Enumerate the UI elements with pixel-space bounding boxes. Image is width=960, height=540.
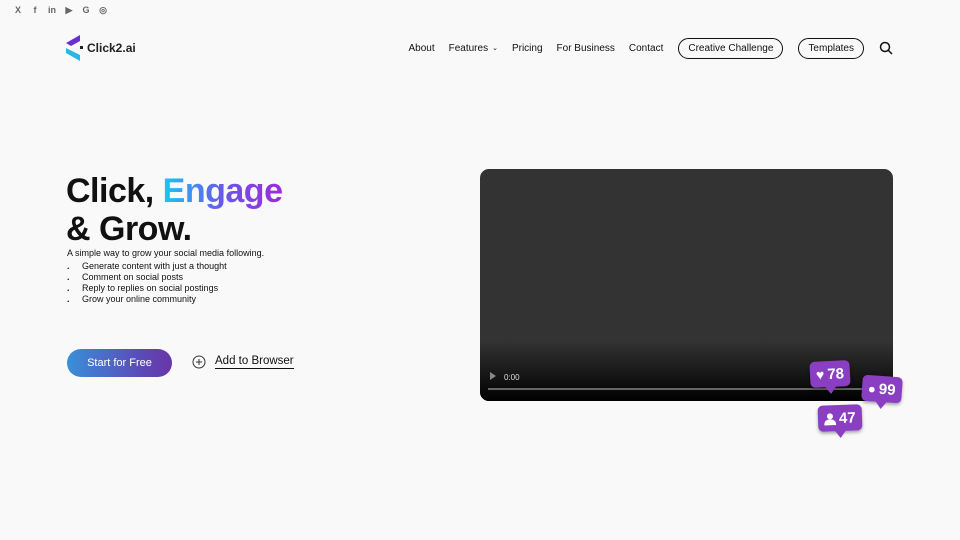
add-to-browser-button[interactable]: Add to Browser: [192, 355, 294, 369]
linkedin-icon[interactable]: in: [48, 4, 56, 16]
feature-text: Generate content with just a thought: [82, 261, 227, 271]
likes-count: 78: [826, 364, 845, 383]
nav-features-label: Features: [448, 42, 489, 54]
heart-icon: ♥: [815, 366, 825, 383]
hero-headline: Click, Engage & Grow.: [66, 172, 283, 248]
hero-subtitle: A simple way to grow your social media f…: [67, 248, 265, 258]
list-item: . Reply to replies on social postings: [67, 283, 227, 294]
headline-engage: Engage: [162, 172, 283, 210]
comment-icon: ●: [867, 380, 877, 397]
x-icon[interactable]: X: [14, 4, 22, 16]
followers-badge: 47: [817, 404, 863, 432]
logo[interactable]: Click2.ai: [66, 35, 136, 61]
social-links: X f in ▶ G ◎: [14, 4, 107, 16]
bullet: .: [67, 272, 70, 282]
feature-text: Comment on social posts: [82, 272, 184, 282]
headline-click: Click,: [66, 172, 163, 210]
nav-about[interactable]: About: [408, 43, 434, 54]
list-item: . Comment on social posts: [67, 272, 227, 283]
feature-list: . Generate content with just a thought . C…: [67, 261, 227, 305]
nav-contact[interactable]: Contact: [629, 43, 663, 54]
nav-pricing[interactable]: Pricing: [512, 43, 543, 54]
play-icon[interactable]: [490, 372, 496, 380]
templates-button[interactable]: Templates: [798, 37, 864, 59]
comments-badge: ● 99: [861, 374, 903, 404]
plus-circle-icon: [192, 355, 206, 369]
main-nav: About Features ⌄ Pricing For Business Con…: [394, 37, 893, 59]
bullet: .: [67, 261, 70, 271]
search-icon[interactable]: [879, 41, 893, 55]
video-time: 0:00: [504, 373, 520, 382]
start-for-free-button[interactable]: Start for Free: [67, 349, 172, 377]
feature-text: Reply to replies on social postings: [82, 283, 219, 293]
list-item: . Grow your online community: [67, 294, 227, 305]
google-icon[interactable]: G: [82, 4, 90, 16]
likes-badge: ♥ 78: [809, 359, 851, 389]
nav-features[interactable]: Features ⌄: [449, 43, 498, 54]
logo-icon: [66, 35, 83, 61]
youtube-icon[interactable]: ▶: [65, 4, 73, 16]
instagram-icon[interactable]: ◎: [99, 4, 107, 16]
add-to-browser-label: Add to Browser: [215, 355, 294, 369]
feature-text: Grow your online community: [82, 294, 197, 304]
bullet: .: [67, 283, 70, 293]
facebook-icon[interactable]: f: [31, 4, 39, 16]
bullet: .: [67, 294, 70, 304]
creative-challenge-button[interactable]: Creative Challenge: [678, 37, 784, 59]
nav-business[interactable]: For Business: [557, 43, 615, 54]
followers-count: 47: [838, 408, 856, 427]
brand-name: Click2.ai: [87, 41, 136, 55]
chevron-down-icon: ⌄: [492, 45, 498, 52]
headline-grow: & Grow.: [66, 210, 192, 248]
list-item: . Generate content with just a thought: [67, 261, 227, 272]
comments-count: 99: [878, 380, 897, 399]
user-icon: [824, 412, 837, 426]
